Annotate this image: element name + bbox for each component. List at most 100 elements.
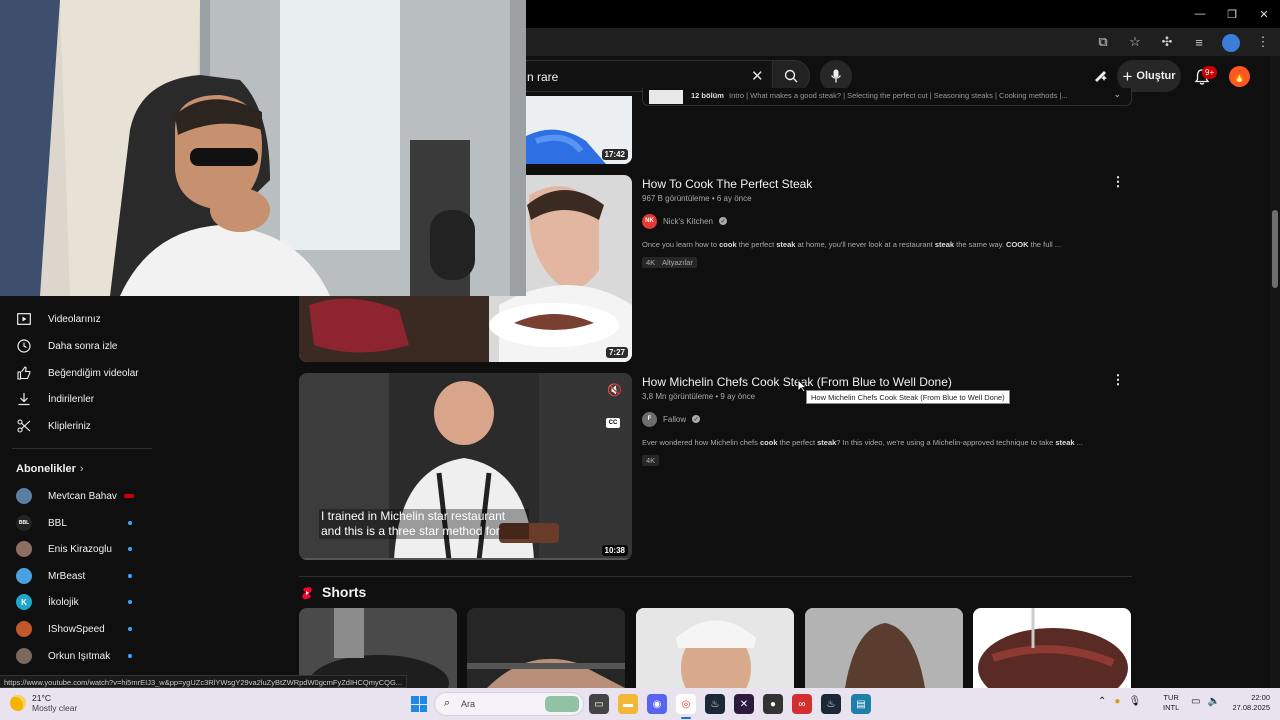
new-content-dot	[128, 627, 132, 631]
microphone-icon[interactable]: 🎙	[1128, 696, 1141, 707]
discord-icon[interactable]: ◉	[647, 694, 667, 714]
desc-text: ? In this video, we're using a Michelin-…	[836, 438, 1056, 447]
subscription-item[interactable]: Enis Kirazoglu	[0, 536, 160, 562]
menu-icon[interactable]: ⋮	[1252, 32, 1274, 52]
caption-overlay: I trained in Michelin star restaurant an…	[319, 509, 529, 539]
steam-icon[interactable]: ♨	[705, 694, 725, 714]
live-indicator	[124, 494, 134, 498]
clock-time: 22:00	[1251, 693, 1270, 702]
sidebar-item-label: Videolarınız	[48, 313, 101, 325]
desc-text: the same way.	[954, 240, 1007, 249]
channel-row[interactable]: NK Nick's Kitchen ✓	[642, 213, 727, 229]
task-view-icon[interactable]: ▭	[589, 694, 609, 714]
more-options-icon[interactable]: ⋮	[1112, 174, 1125, 190]
sidebar-item-downloads[interactable]: İndirilenler	[0, 386, 160, 412]
subscriptions-heading[interactable]: Abonelikler ›	[16, 463, 84, 475]
obs-icon[interactable]: ●	[763, 694, 783, 714]
chevron-down-icon[interactable]: ⌄	[1113, 89, 1121, 100]
recorder-app-icon[interactable]: ∞	[792, 694, 812, 714]
app-tray-icon[interactable]: ●	[1114, 696, 1120, 707]
file-explorer-icon[interactable]: ▬	[618, 694, 638, 714]
system-tray: ⌃ ● 🎙	[1098, 696, 1141, 707]
start-windows-icon[interactable]	[411, 696, 427, 712]
clock-icon	[16, 338, 32, 354]
subscription-item[interactable]: BBL BBL	[0, 510, 160, 536]
extensions-icon[interactable]: ✣	[1156, 32, 1178, 52]
video-thumbnail[interactable]: 17:42	[526, 96, 632, 164]
sidebar-item-your-videos[interactable]: Videolarınız	[0, 306, 160, 332]
sidebar-item-watch-later[interactable]: Daha sonra izle	[0, 333, 160, 359]
page-scrollbar[interactable]	[1270, 56, 1280, 688]
subscription-item[interactable]: Mevtcan Bahav	[0, 483, 160, 509]
short-thumbnail[interactable]	[467, 608, 625, 688]
bookmark-star-icon[interactable]: ☆	[1124, 32, 1146, 52]
play-square-icon	[16, 311, 32, 327]
desc-text: at home, you'll never look at a restaura…	[795, 240, 935, 249]
install-app-icon[interactable]: ⧉	[1092, 32, 1114, 52]
minimize-button[interactable]: —	[1184, 0, 1216, 28]
language-code: TUR	[1163, 693, 1179, 702]
mute-icon[interactable]: 🔇	[607, 383, 622, 397]
chrome-icon[interactable]: ◎	[676, 694, 696, 714]
verified-check-icon: ✓	[692, 415, 701, 423]
active-app-indicator	[681, 717, 691, 719]
profile-icon[interactable]	[1220, 32, 1242, 52]
channel-avatar: K	[16, 594, 32, 610]
language-indicator[interactable]: TUR INTL	[1163, 693, 1179, 713]
video-duration: 7:27	[605, 347, 628, 358]
account-avatar[interactable]: 🔥	[1229, 66, 1250, 87]
shorts-icon	[302, 587, 312, 600]
toolbar-icons: ⧉ ☆ ✣ ≡ ⋮	[1092, 32, 1274, 52]
thumbnail-image	[805, 608, 963, 688]
short-thumbnail[interactable]	[805, 608, 963, 688]
taskbar-search[interactable]: ⌕ Ara	[434, 692, 584, 716]
steam-alt-icon[interactable]: ♨	[821, 694, 841, 714]
subscription-item[interactable]: MrBeast	[0, 563, 160, 589]
badge-4k: 4K	[642, 257, 660, 268]
subscription-item[interactable]: Orkun Işıtmak	[0, 643, 160, 669]
new-content-dot	[128, 600, 132, 604]
video-meta: 3,8 Mn görüntüleme • 9 ay önce	[642, 392, 756, 401]
webcam-video	[0, 0, 526, 296]
clear-search-icon[interactable]: ✕	[751, 67, 764, 85]
thumbnail-image	[467, 608, 625, 688]
search-input[interactable]	[527, 67, 727, 87]
media-control-icon[interactable]: ≡	[1188, 32, 1210, 52]
video-title[interactable]: How To Cook The Perfect Steak	[642, 177, 812, 191]
weather-widget[interactable]: 21°C Mostly clear	[10, 693, 77, 713]
editor-app-icon[interactable]: ✕	[734, 694, 754, 714]
channel-row[interactable]: F Fallow ✓	[642, 411, 701, 427]
desc-text: the full ...	[1028, 240, 1062, 249]
short-thumbnail[interactable]	[973, 608, 1131, 688]
display-icon[interactable]: ▭	[1191, 696, 1200, 707]
sidebar-item-clips[interactable]: Klipleriniz	[0, 413, 160, 439]
chevron-up-icon[interactable]: ⌃	[1098, 696, 1106, 707]
sidebar-item-label: Beğendiğim videolar	[48, 367, 139, 379]
subscription-item[interactable]: K İkolojik	[0, 589, 160, 615]
subscription-item[interactable]: IShowSpeed	[0, 616, 160, 642]
subscription-name: Enis Kirazoglu	[48, 543, 112, 555]
window-controls: — ❐ ✕	[1184, 0, 1280, 28]
ai-sparkle-icon[interactable]	[1092, 68, 1108, 84]
plus-icon: +	[1122, 66, 1133, 86]
channel-avatar: BBL	[16, 515, 32, 531]
channel-avatar	[16, 488, 32, 504]
taskbar-clock[interactable]: 22:00 27.08.2025	[1226, 693, 1270, 713]
mouse-cursor-icon	[797, 379, 807, 393]
notepad-icon[interactable]: ▤	[851, 694, 871, 714]
moon-weather-icon	[10, 695, 26, 711]
more-options-icon[interactable]: ⋮	[1112, 372, 1125, 388]
notification-count-badge: 9+	[1202, 66, 1218, 79]
close-button[interactable]: ✕	[1248, 0, 1280, 28]
sidebar-item-liked-videos[interactable]: Beğendiğim videolar	[0, 360, 160, 386]
desc-text: the perfect	[777, 438, 818, 447]
scrollbar-thumb[interactable]	[1272, 210, 1278, 288]
closed-captions-icon[interactable]: CC	[606, 418, 620, 428]
subscription-name: Mevtcan Bahav	[48, 490, 117, 502]
thumbs-up-icon	[16, 365, 32, 381]
short-thumbnail[interactable]	[636, 608, 794, 688]
restore-button[interactable]: ❐	[1216, 0, 1248, 28]
volume-icon[interactable]: 🔈	[1207, 696, 1219, 707]
sidebar-item-label: Daha sonra izle	[48, 340, 118, 352]
video-thumbnail-preview[interactable]: I trained in Michelin star restaurant an…	[299, 373, 632, 560]
